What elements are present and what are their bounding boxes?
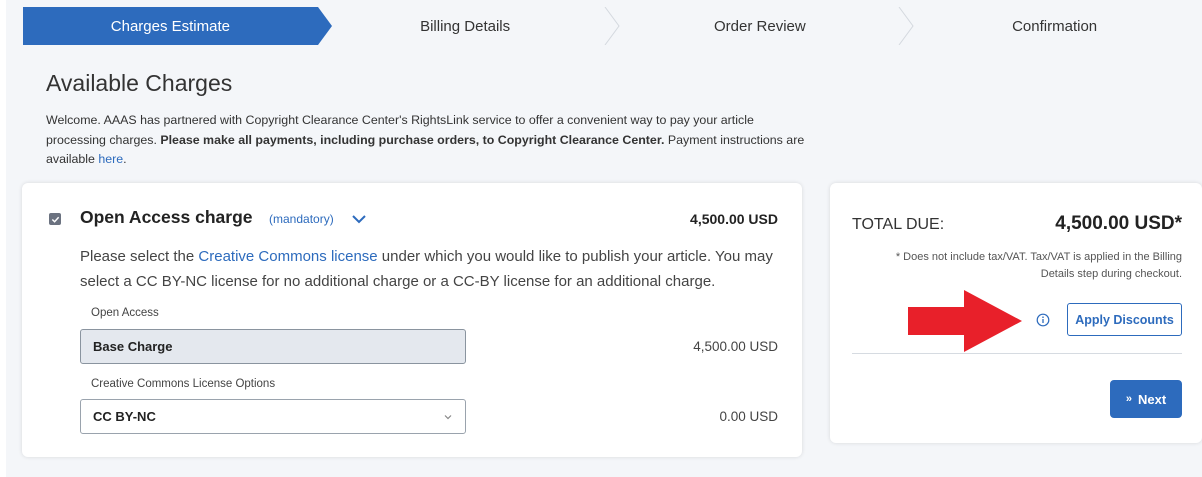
total-due-value: 4,500.00 USD* — [1055, 213, 1182, 234]
page-title: Available Charges — [46, 70, 233, 96]
chevron-down-icon[interactable] — [350, 210, 368, 228]
double-chevron-right-icon: » — [1125, 393, 1132, 405]
charge-price: 4,500.00 USD — [690, 211, 778, 227]
step-charges-estimate[interactable]: Charges Estimate — [23, 7, 332, 45]
step-label: Order Review — [714, 17, 806, 35]
intro-text-end: . — [123, 152, 127, 166]
intro-bold-text: Please make all payments, including purc… — [160, 132, 665, 147]
open-access-label: Open Access — [91, 307, 159, 319]
step-separator-icon — [898, 7, 914, 45]
license-select[interactable]: CC BY-NC — [80, 399, 466, 434]
next-button-label: Next — [1137, 391, 1167, 407]
step-confirmation[interactable]: Confirmation — [907, 7, 1202, 45]
divider — [852, 353, 1182, 354]
license-description: Please select the Creative Commons licen… — [80, 245, 780, 294]
base-charge-price: 4,500.00 USD — [693, 339, 778, 354]
red-arrow-annotation — [908, 290, 1022, 352]
license-selected-value: CC BY-NC — [93, 409, 156, 424]
next-button[interactable]: » Next — [1110, 380, 1182, 418]
charge-title: Open Access charge — [80, 207, 253, 227]
license-options-label: Creative Commons License Options — [91, 378, 276, 390]
open-access-charge-card: Open Access charge (mandatory) 4,500.00 … — [22, 183, 802, 457]
step-label: Confirmation — [1012, 17, 1098, 35]
mandatory-label: (mandatory) — [269, 212, 334, 226]
step-order-review[interactable]: Order Review — [612, 7, 914, 45]
creative-commons-license-link[interactable]: Creative Commons license — [198, 248, 377, 265]
chevron-down-icon — [444, 415, 452, 420]
license-description-part: Please select the — [80, 248, 199, 265]
intro-text: Welcome. AAAS has partnered with Copyrig… — [46, 111, 806, 170]
checkout-stepper: Charges Estimate Billing Details Order R… — [23, 7, 1202, 45]
apply-discounts-button[interactable]: Apply Discounts — [1067, 303, 1182, 336]
payment-instructions-link[interactable]: here — [98, 152, 123, 166]
step-billing-details[interactable]: Billing Details — [317, 7, 620, 45]
base-charge-field: Base Charge — [80, 329, 466, 364]
tax-note: * Does not include tax/VAT. Tax/VAT is a… — [895, 251, 1182, 280]
base-charge-value: Base Charge — [93, 339, 173, 354]
step-label: Charges Estimate — [110, 17, 230, 35]
step-separator-icon — [604, 7, 620, 45]
total-due-label: TOTAL DUE: — [852, 216, 945, 233]
checkbox-checked-icon[interactable] — [49, 213, 61, 225]
step-label: Billing Details — [420, 17, 511, 35]
license-price: 0.00 USD — [719, 409, 778, 424]
info-icon[interactable] — [1036, 313, 1050, 327]
